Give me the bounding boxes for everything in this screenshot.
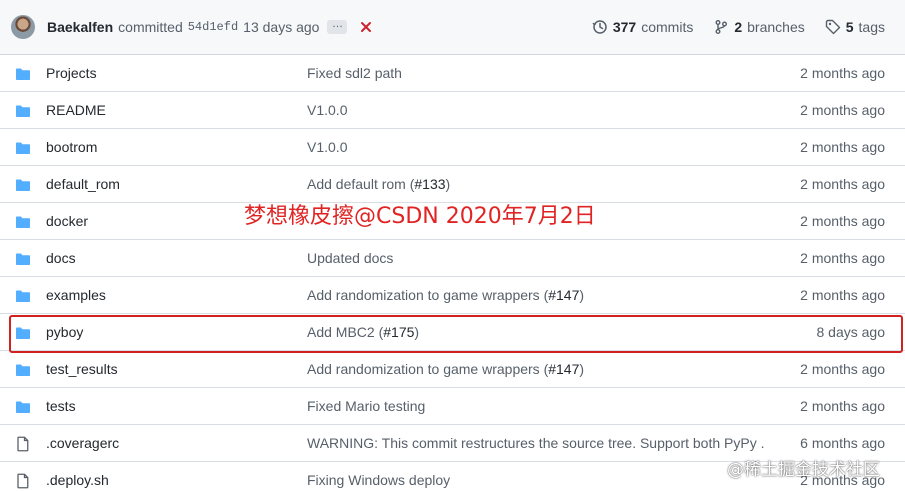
- file-row[interactable]: pyboy Add MBC2 (#175) 8 days ago: [0, 314, 905, 351]
- file-name-link[interactable]: default_rom: [46, 176, 120, 192]
- commit-message-link[interactable]: Add randomization to game wrappers (#147…: [307, 361, 584, 377]
- commit-message-text: Add MBC2 (: [307, 324, 384, 340]
- file-row[interactable]: test_results Add randomization to game wr…: [0, 351, 905, 388]
- file-row[interactable]: Projects Fixed sdl2 path 2 months ago: [0, 55, 905, 92]
- tags-count: 5: [845, 19, 854, 35]
- commit-age: 6 months ago: [800, 435, 885, 451]
- commit-message-link[interactable]: Fixed Mario testing: [307, 398, 425, 414]
- expand-message-button[interactable]: …: [327, 19, 348, 34]
- commits-label: commits: [641, 19, 694, 35]
- folder-icon: [16, 105, 30, 117]
- file-name-link[interactable]: tests: [46, 398, 76, 414]
- folder-icon: [16, 401, 30, 413]
- branch-icon: [715, 20, 728, 34]
- file-name-link[interactable]: pyboy: [46, 324, 83, 340]
- folder-icon: [16, 364, 30, 376]
- commit-message-link[interactable]: Add randomization to game wrappers (#147…: [307, 287, 584, 303]
- commit-age: 8 days ago: [816, 324, 886, 340]
- file-name-link[interactable]: bootrom: [46, 139, 97, 155]
- commit-message-link[interactable]: Fixing Windows deploy: [307, 472, 450, 488]
- commit-message-text: Fixed sdl2 path: [307, 65, 402, 81]
- file-name-link[interactable]: Projects: [46, 65, 97, 81]
- branches-link[interactable]: 2 branches: [713, 19, 805, 35]
- folder-icon: [16, 253, 30, 265]
- pull-request-link[interactable]: #147: [548, 287, 579, 303]
- watermark: @稀土掘金技术社区: [727, 460, 880, 480]
- commit-age: 2 months ago: [800, 213, 885, 229]
- commit-message-link[interactable]: WARNING: This commit restructures the so…: [307, 435, 765, 451]
- avatar[interactable]: [11, 15, 35, 39]
- commit-message-link[interactable]: Add default rom (#133): [307, 176, 450, 192]
- tags-label: tags: [858, 19, 885, 35]
- file-name-link[interactable]: README: [46, 102, 106, 118]
- file-row[interactable]: tests Fixed Mario testing 2 months ago: [0, 388, 905, 425]
- file-row[interactable]: examples Add randomization to game wrappe…: [0, 277, 905, 314]
- commit-message-text: WARNING: This commit restructures the so…: [307, 435, 765, 451]
- tags-link[interactable]: 5 tags: [825, 19, 885, 35]
- commits-count: 377: [612, 19, 637, 35]
- commit-message-link[interactable]: V1.0.0: [307, 102, 347, 118]
- committed-label: committed: [118, 19, 183, 35]
- commit-message-text: Fixing Windows deploy: [307, 472, 451, 488]
- branches-count: 2: [734, 19, 743, 35]
- pull-request-link[interactable]: #133: [414, 176, 445, 192]
- commit-age: 2 months ago: [800, 250, 885, 266]
- commit-age: 2 months ago: [800, 65, 885, 81]
- commit-age: 2 months ago: [800, 287, 885, 303]
- file-row[interactable]: docs Updated docs 2 months ago: [0, 240, 905, 277]
- commit-age: 2 months ago: [800, 361, 885, 377]
- commits-link[interactable]: 377 commits: [592, 19, 693, 35]
- pull-request-link[interactable]: #147: [548, 361, 579, 377]
- commit-message-text: Add randomization to game wrappers (: [307, 361, 549, 377]
- commit-age: 2 months ago: [800, 102, 885, 118]
- file-name-link[interactable]: .coveragerc: [46, 435, 119, 451]
- file-row[interactable]: bootrom V1.0.0 2 months ago: [0, 129, 905, 166]
- folder-icon: [16, 179, 30, 191]
- commit-time: 13 days ago: [243, 19, 320, 35]
- commit-message-end: ): [579, 287, 585, 303]
- commit-message-text: V1.0.0: [307, 139, 348, 155]
- commit-message-text: Add randomization to game wrappers (: [307, 287, 549, 303]
- file-name-link[interactable]: .deploy.sh: [46, 472, 109, 488]
- history-icon: [592, 20, 607, 34]
- commit-bar: Baekalfen committed 54d1efd 13 days ago …: [0, 0, 905, 55]
- branches-label: branches: [747, 19, 805, 35]
- commit-sha-link[interactable]: 54d1efd: [188, 20, 238, 34]
- commit-message-text: V1.0.0: [307, 102, 348, 118]
- file-name-link[interactable]: examples: [46, 287, 106, 303]
- commit-message-link[interactable]: V1.0.0: [307, 139, 347, 155]
- commit-message-text: Updated docs: [307, 250, 394, 266]
- pull-request-link[interactable]: #175: [383, 324, 414, 340]
- commit-message-link[interactable]: Fixed sdl2 path: [307, 65, 402, 81]
- commit-age: 2 months ago: [800, 176, 885, 192]
- folder-icon: [16, 216, 30, 228]
- file-icon: [17, 473, 29, 489]
- commit-message-link[interactable]: Updated docs: [307, 250, 393, 266]
- commit-message-text: Add default rom (: [307, 176, 415, 192]
- tag-icon: [825, 19, 840, 35]
- file-name-link[interactable]: test_results: [46, 361, 118, 377]
- file-name-link[interactable]: docker: [46, 213, 88, 229]
- file-icon: [17, 436, 29, 452]
- commit-age: 2 months ago: [800, 398, 885, 414]
- commit-message-end: ): [579, 361, 585, 377]
- folder-icon: [16, 327, 30, 339]
- folder-icon: [16, 142, 30, 154]
- commit-author-link[interactable]: Baekalfen: [47, 19, 113, 35]
- commit-age: 2 months ago: [800, 139, 885, 155]
- commit-message-link[interactable]: Add MBC2 (#175): [307, 324, 419, 340]
- overlay-caption: 梦想橡皮擦@CSDN 2020年7月2日: [244, 204, 596, 229]
- x-icon[interactable]: [359, 20, 373, 34]
- folder-icon: [16, 68, 30, 80]
- commit-message-end: ): [445, 176, 451, 192]
- commit-message-text: Fixed Mario testing: [307, 398, 426, 414]
- commit-message-end: ): [414, 324, 420, 340]
- file-name-link[interactable]: docs: [46, 250, 76, 266]
- folder-icon: [16, 290, 30, 302]
- file-row[interactable]: README V1.0.0 2 months ago: [0, 92, 905, 129]
